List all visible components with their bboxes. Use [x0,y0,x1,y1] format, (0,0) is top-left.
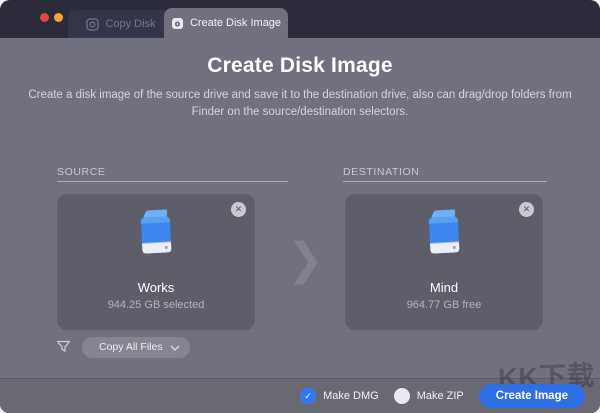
destination-drive-info: 964.77 GB free [345,299,543,311]
destination-section-label: DESTINATION [343,166,419,178]
filter-funnel-icon [56,339,71,354]
destination-drive-name: Mind [345,280,543,295]
make-zip-check-icon[interactable] [394,388,410,404]
page-description-line1: Create a disk image of the source drive … [0,87,600,104]
page-description-line2: Finder on the source/destination selecto… [0,104,600,121]
source-section-rule [57,181,288,182]
source-drive-card[interactable]: ✕ Works 944.25 GB selected [57,194,255,330]
make-dmg-check-icon[interactable]: ✓ [300,388,316,404]
source-drive-name: Works [57,280,255,295]
tab-create-disk-image[interactable]: Create Disk Image [164,8,288,38]
chevron-down-icon [170,345,180,352]
source-to-destination-chevron-icon: ❯ [287,234,324,285]
tab-create-disk-image-label: Create Disk Image [190,17,281,29]
copy-filter-dropdown[interactable]: Copy All Files [82,337,190,358]
page-description: Create a disk image of the source drive … [0,87,600,121]
page-title: Create Disk Image [0,38,600,78]
destination-drive-icon [421,207,467,259]
footer-bar: ✓ Make DMG Make ZIP Create Image [0,378,600,413]
destination-drive-card[interactable]: ✕ Mind 964.77 GB free [345,194,543,330]
app-window: Copy Disk Create Disk Image Create Disk … [0,0,600,413]
destination-section-rule [343,181,547,182]
main-panel: Create Disk Image Create a disk image of… [0,38,600,378]
copy-disk-icon [86,18,99,31]
make-dmg-label: Make DMG [323,390,379,402]
titlebar: Copy Disk Create Disk Image [0,0,600,38]
create-image-button[interactable]: Create Image [479,384,585,408]
minimize-window-button[interactable] [54,13,63,22]
tab-copy-disk[interactable]: Copy Disk [68,10,174,38]
source-drive-icon [133,207,179,259]
source-close-icon[interactable]: ✕ [231,202,246,217]
destination-close-icon[interactable]: ✕ [519,202,534,217]
make-dmg-checkbox[interactable]: ✓ Make DMG [300,388,379,404]
source-section-label: SOURCE [57,166,106,178]
tab-copy-disk-label: Copy Disk [105,18,155,30]
make-zip-checkbox[interactable]: Make ZIP [394,388,464,404]
close-window-button[interactable] [40,13,49,22]
create-disk-image-icon [171,17,184,30]
make-zip-label: Make ZIP [417,390,464,402]
source-drive-info: 944.25 GB selected [57,299,255,311]
